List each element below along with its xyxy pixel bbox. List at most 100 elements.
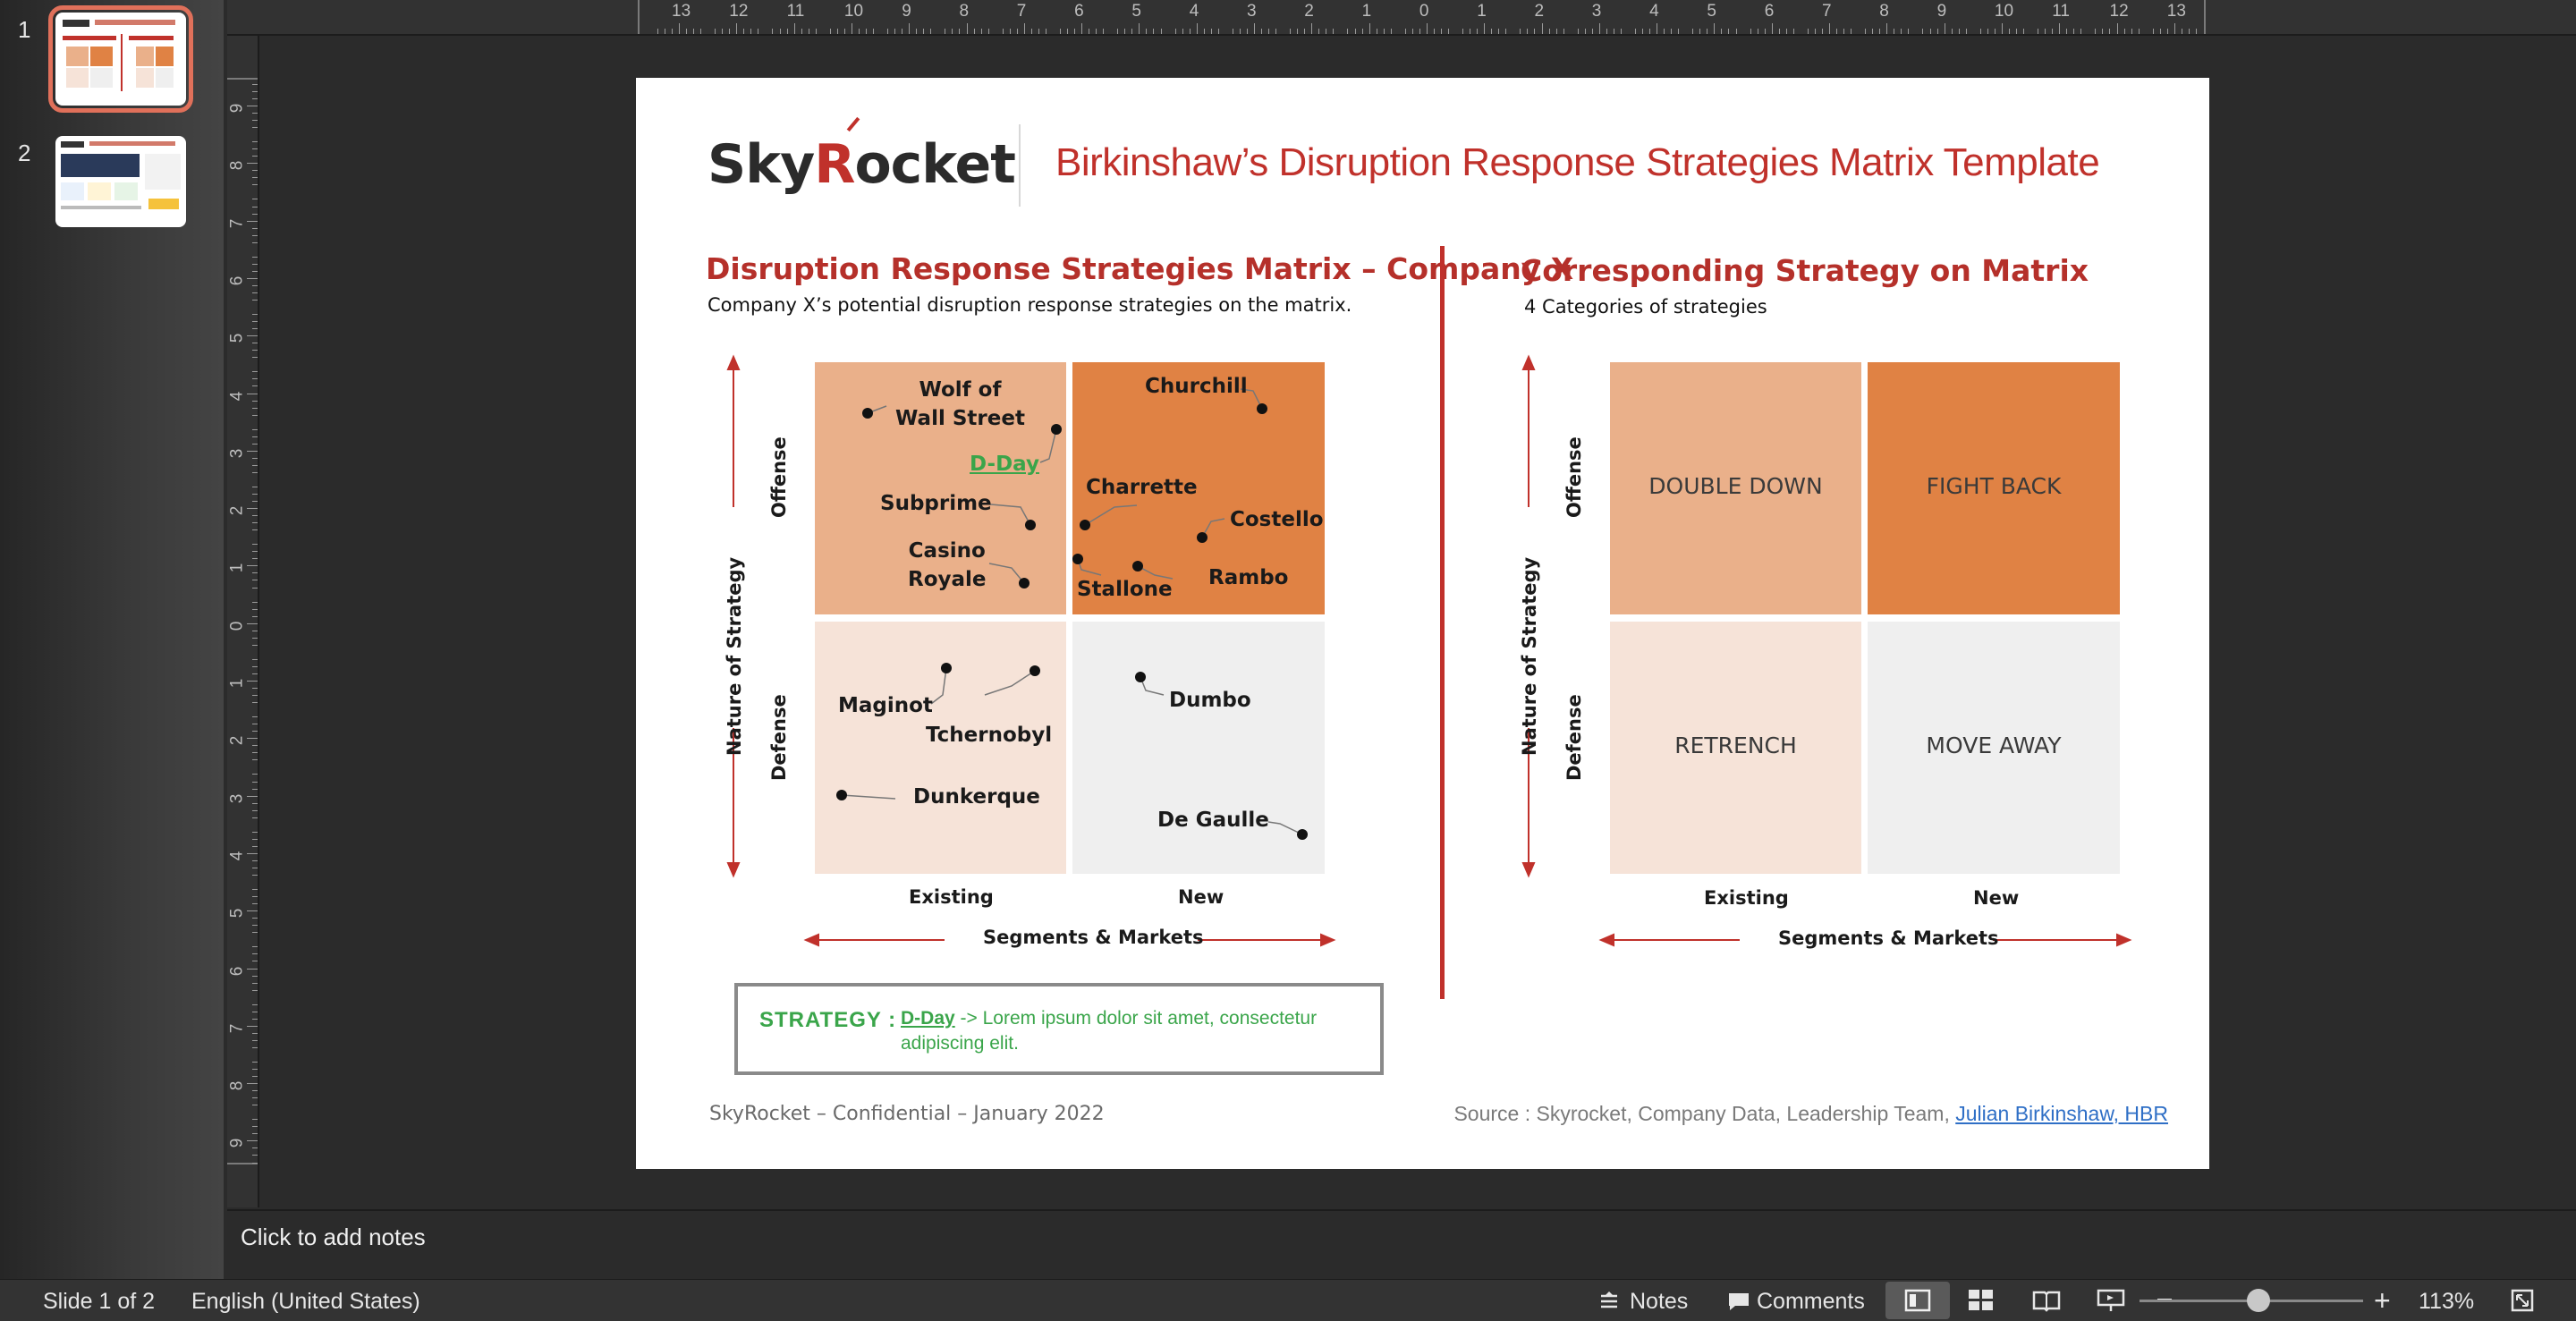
right-y-axis-title: Nature of Strategy xyxy=(1519,556,1540,756)
language-indicator[interactable]: English (United States) xyxy=(191,1289,420,1315)
matrix-point-subprime xyxy=(1025,520,1036,530)
ruler-number: 0 xyxy=(227,621,247,631)
point-label-tchernobyl: Tchernobyl xyxy=(926,724,1053,747)
category-label-fight-back: FIGHT BACK xyxy=(1926,473,2062,499)
right-y-axis-defense: Defense xyxy=(1563,694,1585,781)
connector-line xyxy=(841,794,896,800)
ruler-number: 7 xyxy=(1016,2,1027,21)
point-label-wolf-of-wall-street: Wolf of Wall Street xyxy=(895,378,1025,430)
slide-thumbnail-2[interactable] xyxy=(55,136,186,227)
slideshow-icon[interactable] xyxy=(2097,1289,2125,1318)
ruler-number: 5 xyxy=(1131,2,1141,21)
right-matrix-heading: Corresponding Strategy on Matrix xyxy=(1521,253,2089,288)
normal-view-icon xyxy=(1904,1289,1931,1312)
left-y-axis-defense: Defense xyxy=(768,694,790,781)
notes-button[interactable]: Notes xyxy=(1630,1289,1688,1315)
ruler-number: 5 xyxy=(227,333,247,343)
category-quadrant-fight-back: FIGHT BACK xyxy=(1868,362,2120,614)
matrix-point-casino-royale xyxy=(1019,578,1030,589)
point-label-stallone: Stallone xyxy=(1077,578,1173,601)
category-quadrant-retrench: RETRENCH xyxy=(1610,622,1861,874)
reading-view-icon[interactable] xyxy=(2032,1289,2061,1318)
matrix-point-dumbo xyxy=(1135,672,1146,682)
ruler-number: 12 xyxy=(729,2,749,21)
left-x-axis-title: Segments & Markets xyxy=(983,927,1204,948)
point-label-de-gaulle: De Gaulle xyxy=(1157,809,1269,832)
vertical-ruler[interactable]: 9 8 7 6 5 4 3 2 1 0 1 2 3 4 5 6 7 8 9 xyxy=(227,36,259,1207)
point-label-costello: Costello xyxy=(1230,508,1324,531)
zoom-level[interactable]: 113% xyxy=(2419,1289,2474,1315)
ruler-number: 9 xyxy=(227,1139,247,1148)
ruler-number: 8 xyxy=(227,1080,247,1091)
ruler-number: 1 xyxy=(1361,2,1372,21)
ruler-number: 1 xyxy=(1477,2,1487,21)
ruler-number: 9 xyxy=(902,2,911,21)
point-label-charrette: Charrette xyxy=(1086,476,1198,499)
ruler-number: 6 xyxy=(227,966,247,976)
matrix-point-tchernobyl xyxy=(1030,665,1040,676)
ruler-number: 6 xyxy=(1764,2,1775,21)
horizontal-ruler[interactable]: 13 12 11 10 9 8 7 6 5 4 3 2 1 0 1 2 3 4 5 6 7 8 9 10 11 12 13 xyxy=(227,0,2576,36)
ruler-number: 1 xyxy=(227,563,247,573)
matrix-point-maginot xyxy=(941,663,952,673)
connector-line xyxy=(984,670,1036,696)
point-label-d-day[interactable]: D-Day xyxy=(970,450,1039,478)
ruler-number: 6 xyxy=(1074,2,1084,21)
normal-view-button[interactable] xyxy=(1885,1282,1950,1319)
slide-canvas[interactable]: SkyRocket Birkinshaw’s Disruption Respon… xyxy=(636,78,2209,1169)
thumbnail-number: 1 xyxy=(18,16,31,43)
ruler-number: 8 xyxy=(227,161,247,171)
left-y-axis-offense: Offense xyxy=(768,436,790,518)
ruler-number: 9 xyxy=(1936,2,1947,21)
footer-source-text: Source : Skyrocket, Company Data, Leader… xyxy=(1453,1102,1956,1125)
ruler-number: 4 xyxy=(227,851,247,861)
footer-source: Source : Skyrocket, Company Data, Leader… xyxy=(1453,1102,2168,1126)
ruler-number: 5 xyxy=(227,908,247,919)
point-label-dumbo: Dumbo xyxy=(1169,689,1251,712)
strategy-box: STRATEGY : D-Day -> Lorem ipsum dolor si… xyxy=(734,983,1384,1075)
ruler-number: 5 xyxy=(1707,2,1716,21)
connector-line xyxy=(930,667,947,705)
right-x-axis-existing: Existing xyxy=(1704,887,1789,909)
strategy-link[interactable]: D-Day xyxy=(901,1008,955,1029)
point-label-subprime: Subprime xyxy=(880,492,992,515)
comment-icon[interactable] xyxy=(1726,1291,1751,1312)
notes-placeholder[interactable]: Click to add notes xyxy=(241,1224,426,1251)
category-quadrant-double-down: DOUBLE DOWN xyxy=(1610,362,1861,614)
slide-sorter-icon[interactable] xyxy=(1968,1289,1995,1318)
ruler-number: 2 xyxy=(1304,2,1314,21)
ruler-number: 13 xyxy=(2166,2,2186,21)
zoom-in-button[interactable]: + xyxy=(2374,1286,2391,1315)
point-label-churchill: Churchill xyxy=(1145,375,1248,398)
ruler-number: 13 xyxy=(672,2,691,21)
matrix-point-wolf-of-wall-street xyxy=(862,408,873,419)
notes-icon[interactable] xyxy=(1597,1291,1621,1312)
matrix-point-rambo xyxy=(1132,561,1143,572)
ruler-number: 2 xyxy=(1534,2,1545,21)
slide-counter: Slide 1 of 2 xyxy=(43,1289,156,1314)
ruler-number: 9 xyxy=(227,103,247,114)
ruler-number: 12 xyxy=(2109,2,2129,21)
ruler-number: 7 xyxy=(227,218,247,228)
footer-source-link[interactable]: Julian Birkinshaw, HBR xyxy=(1955,1102,2168,1125)
matrix-point-de-gaulle xyxy=(1297,829,1308,840)
category-label-move-away: MOVE AWAY xyxy=(1926,732,2062,758)
slide-thumbnail-1[interactable] xyxy=(48,5,193,113)
zoom-slider-thumb[interactable] xyxy=(2247,1289,2271,1312)
section-divider xyxy=(1440,246,1445,999)
right-matrix-subheading: 4 Categories of strategies xyxy=(1524,296,1767,318)
connector-line xyxy=(1039,428,1057,463)
ruler-number: 4 xyxy=(227,391,247,401)
thumbnail-number: 2 xyxy=(18,140,31,166)
ruler-number: 7 xyxy=(227,1023,247,1034)
notes-pane[interactable]: Click to add notes xyxy=(227,1209,2576,1281)
ruler-number: 4 xyxy=(1649,2,1659,21)
fit-to-window-icon[interactable] xyxy=(2510,1288,2535,1319)
comments-button[interactable]: Comments xyxy=(1757,1289,1865,1315)
strategy-description: -> Lorem ipsum dolor sit amet, consectet… xyxy=(901,1008,1318,1054)
point-label-dunkerque: Dunkerque xyxy=(913,785,1040,809)
ruler-number: 10 xyxy=(843,2,864,21)
category-quadrant-move-away: MOVE AWAY xyxy=(1868,622,2120,874)
left-x-axis-new: New xyxy=(1178,886,1224,908)
matrix-point-charrette xyxy=(1080,520,1090,530)
